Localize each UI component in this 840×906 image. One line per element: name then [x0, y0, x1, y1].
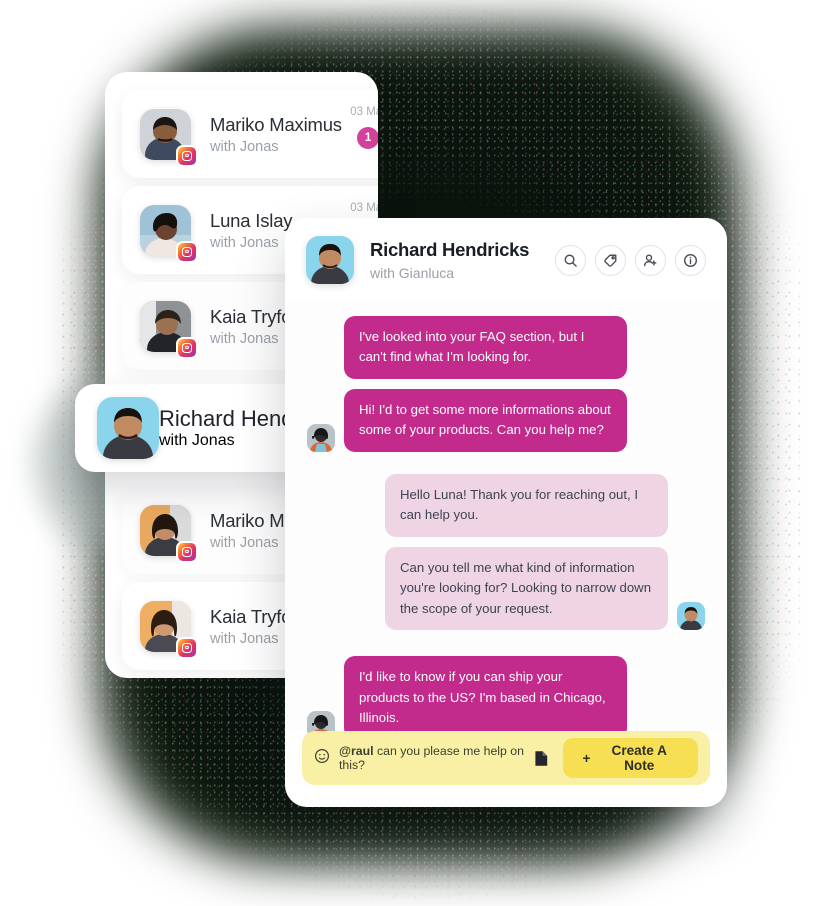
plus-icon: + — [582, 750, 591, 766]
message-row: Hi! I'd to get some more informations ab… — [285, 388, 727, 452]
instagram-icon — [176, 636, 198, 659]
chat-title: Richard Hendricks — [370, 239, 530, 260]
chat-panel: Richard Hendricks with Gianluca I've loo… — [285, 218, 727, 807]
note-mention: @raul — [339, 744, 374, 758]
avatar — [97, 397, 159, 459]
chat-actions — [555, 244, 706, 276]
instagram-icon — [176, 540, 198, 563]
message-row: Hello Luna! Thank you for reaching out, … — [285, 473, 727, 537]
list-item-date: 03 Mar — [350, 202, 378, 214]
list-item-subtitle: with Jonas — [210, 234, 279, 251]
chat-subtitle: with Gianluca — [370, 265, 455, 281]
list-item[interactable]: Mariko Maximus with Jonas 03 Mar 1 — [122, 90, 378, 178]
list-item-right: 03 Mar — [350, 202, 378, 214]
unread-badge: 1 — [357, 127, 378, 149]
document-icon[interactable] — [534, 750, 549, 767]
message-bubble-outgoing: Can you tell me what kind of information… — [385, 546, 668, 631]
info-icon[interactable] — [675, 244, 706, 276]
list-item-meta: Mariko Maximus with Jonas — [210, 114, 342, 155]
smiley-icon[interactable] — [314, 748, 330, 769]
chat-header-text: Richard Hendricks with Gianluca — [370, 239, 529, 281]
avatar-wrap — [140, 600, 198, 659]
message-bubble-outgoing: Hello Luna! Thank you for reaching out, … — [385, 473, 668, 537]
instagram-icon — [176, 336, 198, 359]
chat-header: Richard Hendricks with Gianluca — [285, 218, 727, 302]
avatar-wrap — [140, 108, 198, 167]
create-note-label: Create A Note — [611, 743, 667, 773]
avatar-wrap — [140, 300, 198, 359]
list-item-name: Mariko Maximus — [210, 113, 342, 135]
avatar-wrap — [140, 504, 198, 563]
instagram-icon — [176, 144, 198, 167]
avatar-wrap — [97, 397, 366, 480]
message-bubble-incoming: I've looked into your FAQ section, but I… — [344, 316, 627, 379]
list-item-right: 03 Mar 1 — [350, 106, 378, 149]
list-item-meta: Richard Hend with Jonas — [159, 406, 294, 450]
message-row: Can you tell me what kind of information… — [285, 546, 727, 631]
chat-avatar — [306, 236, 354, 284]
list-item-name: Luna Islay — [210, 209, 293, 231]
message-row: I've looked into your FAQ section, but I… — [285, 316, 727, 379]
tag-icon[interactable] — [595, 244, 626, 276]
message-bubble-incoming: I'd like to know if you can ship your pr… — [344, 656, 627, 740]
message-bubble-incoming: Hi! I'd to get some more informations ab… — [344, 388, 627, 452]
message-row: I'd like to know if you can ship your pr… — [285, 656, 727, 740]
message-avatar — [677, 602, 705, 631]
note-bar[interactable]: @raul can you please me help on this? + … — [302, 731, 710, 785]
create-note-button[interactable]: + Create A Note — [563, 738, 698, 778]
note-text: @raul can you please me help on this? — [339, 744, 534, 772]
search-icon[interactable] — [555, 244, 586, 276]
add-person-icon[interactable] — [635, 244, 666, 276]
list-item-meta: Luna Islay with Jonas — [210, 209, 293, 251]
avatar-wrap — [140, 204, 198, 263]
list-item-name: Richard Hend — [159, 406, 294, 431]
message-avatar — [307, 423, 335, 452]
list-item-date: 03 Mar — [350, 106, 378, 118]
list-item-subtitle: with Jonas — [159, 432, 235, 449]
message-list[interactable]: I've looked into your FAQ section, but I… — [285, 302, 727, 786]
list-item-subtitle: with Jonas — [210, 138, 279, 155]
instagram-icon — [176, 240, 198, 263]
